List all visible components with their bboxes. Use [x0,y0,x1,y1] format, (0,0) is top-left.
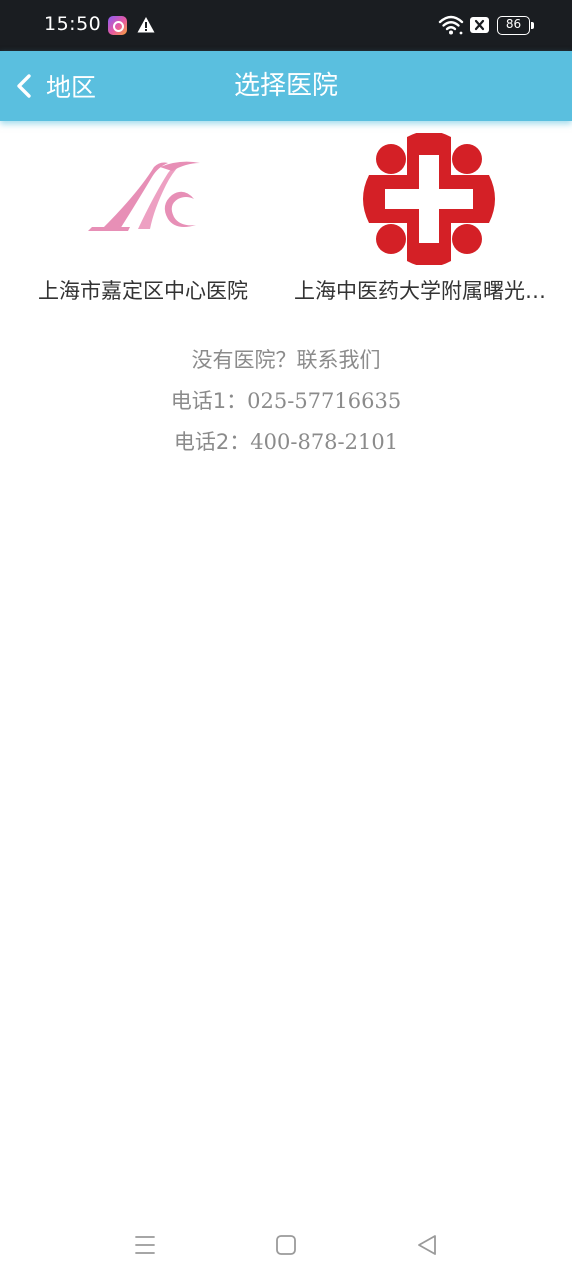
phone-1-label: 电话1： [170,389,248,413]
hospital-name: 上海市嘉定区中心医院 [38,279,248,303]
menu-icon[interactable] [132,1232,158,1258]
battery-icon: 86 [497,16,534,35]
home-icon[interactable] [273,1232,299,1258]
battery-level: 86 [505,17,522,31]
sim-disabled-icon [470,17,489,33]
screen: 15:50 86 地区 选择医院 上海市嘉定区中心医院 上海中医药大学附属曙光医… [0,0,572,1280]
hospital-grid: 上海市嘉定区中心医院 上海中医药大学附属曙光医院 [0,121,572,321]
phone-2-number: 400-878-2101 [250,430,399,454]
status-bar: 15:50 86 [0,0,572,51]
phone-2[interactable]: 电话2：400-878-2101 [0,422,572,463]
jiading-hospital-logo [88,161,200,231]
phone-2-label: 电话2： [173,430,251,454]
contact-us-link[interactable]: 没有医院？联系我们 [0,340,572,381]
status-time: 15:50 [44,13,102,35]
red-cross-logo [363,133,495,265]
system-nav-bar [0,1212,572,1280]
hospital-name: 上海中医药大学附属曙光医院 [294,279,564,303]
back-label: 地区 [46,73,97,102]
warning-icon [137,17,155,33]
hospital-card[interactable]: 上海中医药大学附属曙光医院 [286,121,572,321]
phone-1[interactable]: 电话1：025-57716635 [0,381,572,422]
title-bar: 地区 选择医院 [0,51,572,121]
back-button[interactable]: 地区 [12,63,104,109]
phone-1-number: 025-57716635 [247,389,402,413]
contact-block: 没有医院？联系我们 电话1：025-57716635 电话2：400-878-2… [0,340,572,463]
app-notification-icon [108,16,127,35]
chevron-left-icon [17,74,31,98]
wifi-icon [438,15,464,35]
back-triangle-icon[interactable] [414,1232,440,1258]
hospital-card[interactable]: 上海市嘉定区中心医院 [0,121,286,321]
